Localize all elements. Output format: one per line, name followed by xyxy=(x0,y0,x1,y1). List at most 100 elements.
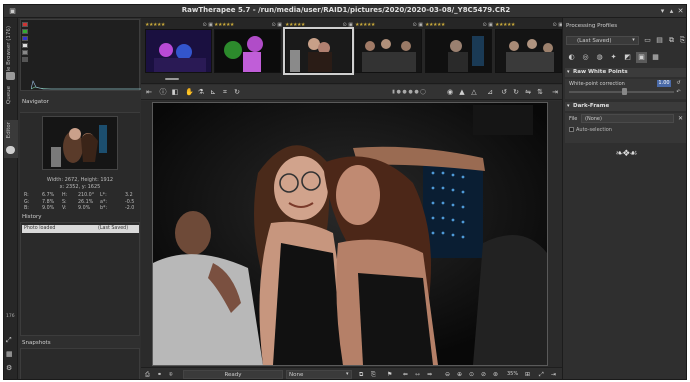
chroma-toggle[interactable] xyxy=(22,50,28,55)
tab-transform[interactable]: ◩ xyxy=(622,52,633,63)
thumbnail[interactable]: ★★★★★ ⊙ ▣ xyxy=(144,22,214,82)
count-value: 176 xyxy=(6,314,15,319)
close-button[interactable]: ✕ xyxy=(676,7,685,16)
straighten-icon[interactable]: ⊾ xyxy=(209,88,217,96)
zoom-out-icon[interactable]: ⊖ xyxy=(445,370,450,379)
sync-icon[interactable]: ⇿ xyxy=(415,370,420,379)
tab-queue[interactable]: Queue xyxy=(4,86,18,114)
next-image-icon[interactable]: ⇛ xyxy=(427,370,432,379)
slider-knob[interactable] xyxy=(621,88,627,95)
blue-channel-toggle[interactable] xyxy=(22,36,28,41)
rank-icon[interactable]: ⚑ xyxy=(387,370,392,379)
info-icon[interactable]: ⓘ xyxy=(159,88,167,96)
grid-icon[interactable]: ▦ xyxy=(4,350,18,360)
rating-stars[interactable]: ★★★★★ xyxy=(495,22,515,28)
before-after-icon[interactable]: ◧ xyxy=(171,88,179,96)
tab-editor[interactable]: Editor xyxy=(4,120,18,158)
dark-frame-file-select[interactable]: (None) xyxy=(581,114,674,123)
dark-frame-header[interactable]: ▾ Dark-Frame xyxy=(565,102,686,111)
rating-stars[interactable]: ★★★★★ xyxy=(145,22,165,28)
thumbnail-image xyxy=(495,29,562,73)
reset-icon[interactable]: ↺ xyxy=(674,79,683,88)
dropdown-arrow-icon[interactable]: ▾ xyxy=(346,370,349,379)
filmstrip-scrollbar[interactable] xyxy=(165,78,179,80)
rating-stars[interactable]: ★★★★★ xyxy=(214,22,234,28)
raw-white-points-header[interactable]: ▾ Raw White Points xyxy=(565,68,686,77)
thumbnail-buttons[interactable]: ⊙ ▣ xyxy=(271,22,282,28)
thumbnail[interactable]: ★★★★★ ⊙ ▣ xyxy=(424,22,494,82)
open-profile-icon[interactable]: ▭ xyxy=(643,36,652,45)
rotate-left-icon[interactable]: ↺ xyxy=(500,88,508,96)
highlight-clip-icon[interactable]: △ xyxy=(470,88,478,96)
settings-icon[interactable]: ⚙ xyxy=(4,364,18,374)
crop-tool-icon[interactable]: ⤢ xyxy=(4,336,18,346)
thumbnail-selected[interactable]: ★★★★★ ⊙ ▣ xyxy=(283,22,354,82)
zoom-100-icon[interactable]: ⊙ xyxy=(469,370,474,379)
new-window-icon[interactable]: ⊞ xyxy=(525,370,530,379)
tab-advanced[interactable]: ✦ xyxy=(608,52,619,63)
green-channel-toggle[interactable] xyxy=(22,29,28,34)
rating-stars[interactable]: ★★★★★ xyxy=(425,22,445,28)
hide-left-panel-icon[interactable]: ⇤ xyxy=(145,88,153,96)
save-image-icon[interactable]: ⎙ xyxy=(145,370,150,379)
rotate-right-icon[interactable]: ↻ xyxy=(512,88,520,96)
histogram-toggle-icon[interactable]: ⊿ xyxy=(486,88,494,96)
tab-metadata[interactable]: ▦ xyxy=(650,52,661,63)
paste-profile-icon[interactable]: ⎘ xyxy=(678,36,686,45)
thumbnail-buttons[interactable]: ⊙ ▣ xyxy=(412,22,423,28)
slider-reset-icon[interactable]: ↶ xyxy=(674,88,683,97)
tab-file-browser-label: File Browser (176) xyxy=(6,26,12,76)
thumbnail-buttons[interactable]: ⊙ ▣ xyxy=(482,22,493,28)
hand-tool-icon[interactable]: ✋ xyxy=(185,88,194,96)
tab-exposure[interactable]: ◐ xyxy=(566,52,577,63)
zoom-fit-icon[interactable]: ⊘ xyxy=(481,370,486,379)
focus-mask-icon[interactable]: ◉ xyxy=(446,88,454,96)
luminance-toggle[interactable] xyxy=(22,43,28,48)
image-preview-area[interactable] xyxy=(141,101,562,367)
save-profile-icon[interactable]: ▤ xyxy=(655,36,664,45)
tab-detail[interactable]: ◎ xyxy=(580,52,591,63)
clear-file-icon[interactable]: ✕ xyxy=(676,114,685,123)
zoom-crop-icon[interactable]: ⊛ xyxy=(493,370,498,379)
thumbnail[interactable]: ★★★★★ ⊙ ▣ xyxy=(213,22,283,82)
rotate-icon[interactable]: ↻ xyxy=(233,88,241,96)
zoom-in-icon[interactable]: ⊕ xyxy=(457,370,462,379)
external-editor-icon[interactable]: ⍟ xyxy=(169,370,173,379)
shadow-clip-icon[interactable]: ▲ xyxy=(458,88,466,96)
paste-profile-icon[interactable]: ⎘ xyxy=(371,370,376,379)
tab-color[interactable]: ◍ xyxy=(594,52,605,63)
rating-stars[interactable]: ★★★★★ xyxy=(355,22,375,28)
white-balance-picker-icon[interactable]: ⚗ xyxy=(197,88,205,96)
rating-stars[interactable]: ★★★★★ xyxy=(285,22,305,28)
raw-toggle[interactable] xyxy=(22,57,28,62)
thumbnail-buttons[interactable]: ⊙ ▣ xyxy=(202,22,213,28)
auto-selection-checkbox[interactable]: Auto-selection xyxy=(569,127,612,133)
color-channel-preview[interactable]: ▮ ● ● ● ● ◯ xyxy=(379,88,439,96)
send-to-queue-icon[interactable]: ⚭ xyxy=(157,370,162,379)
profile-dropdown-arrow-icon[interactable]: ▾ xyxy=(629,36,638,45)
navigator-preview[interactable] xyxy=(42,116,118,170)
thumbnail[interactable]: ★★★★★ ⊙ ▣ xyxy=(354,22,424,82)
fullscreen-icon[interactable]: ⤢ xyxy=(539,370,544,379)
copy-profile-icon[interactable]: ⧉ xyxy=(359,370,363,379)
tab-raw[interactable]: ▣ xyxy=(636,52,647,63)
navigator-panel: Width: 2672, Height: 1912 x: 2352, y: 16… xyxy=(20,112,140,224)
hide-right-panel-icon[interactable]: ⇥ xyxy=(551,88,559,96)
hide-bottom-icon[interactable]: ⇥ xyxy=(551,370,556,379)
crop-icon[interactable]: ⌗ xyxy=(221,88,229,96)
tab-file-browser[interactable]: File Browser (176) xyxy=(4,22,18,82)
flip-horizontal-icon[interactable]: ⇋ xyxy=(524,88,532,96)
minimize-button[interactable]: ▾ xyxy=(658,7,667,16)
navigator-preview-image xyxy=(43,117,117,169)
red-channel-toggle[interactable] xyxy=(22,22,28,27)
thumbnail[interactable]: ★★★★★ ⊙ ▣ xyxy=(494,22,564,82)
flip-vertical-icon[interactable]: ⇅ xyxy=(536,88,544,96)
copy-profile-icon[interactable]: ⧉ xyxy=(667,36,676,45)
maximize-button[interactable]: ▴ xyxy=(667,7,676,16)
white-point-slider[interactable] xyxy=(569,88,674,95)
raw-white-points-title: Raw White Points xyxy=(573,69,628,75)
white-point-value[interactable]: 1.00 xyxy=(657,80,671,87)
prev-image-icon[interactable]: ⇚ xyxy=(403,370,408,379)
snapshot-compare-select[interactable]: None xyxy=(286,370,352,379)
thumbnail-buttons[interactable]: ⊙ ▣ xyxy=(342,22,353,28)
